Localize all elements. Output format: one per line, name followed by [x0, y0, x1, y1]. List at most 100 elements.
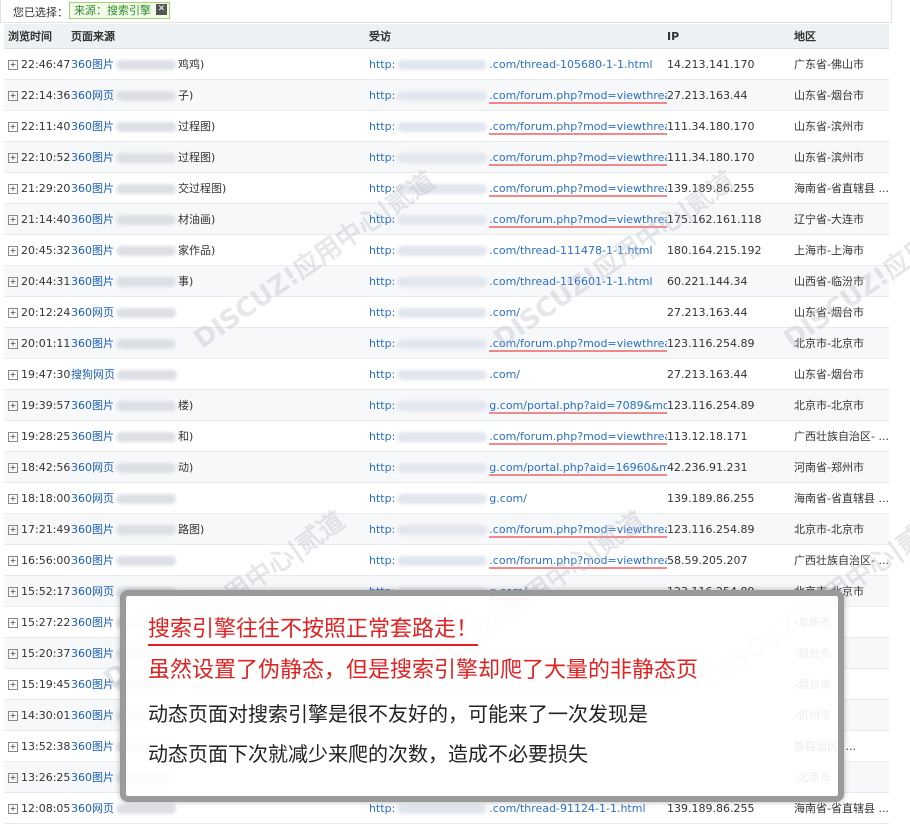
source-link[interactable]: 360图片 — [71, 554, 114, 567]
source-title-tail: 材油画) — [178, 213, 216, 226]
source-link[interactable]: 360网页 — [71, 585, 114, 598]
source-link[interactable]: 360网页 — [71, 461, 114, 474]
blurred-text — [116, 60, 176, 70]
visited-url-link[interactable]: http: .com/thread-105680-1-1.html — [369, 58, 653, 71]
source-link[interactable]: 搜狗网页 — [71, 368, 115, 381]
source-link[interactable]: 360图片 — [71, 709, 114, 722]
plus-square-icon[interactable]: + — [8, 772, 18, 783]
source-link[interactable]: 360图片 — [71, 523, 114, 536]
visited-url-link[interactable]: http: .com/forum.php?mod=viewthread&tid — [369, 336, 667, 352]
plus-square-icon[interactable]: + — [8, 369, 18, 380]
plus-square-icon[interactable]: + — [8, 493, 18, 504]
source-link[interactable]: 360图片 — [71, 740, 114, 753]
visited-url-link[interactable]: http: g.com/portal.php?aid=16960&mod=vi — [369, 460, 667, 476]
plus-square-icon[interactable]: + — [8, 524, 18, 535]
plus-square-icon[interactable]: + — [8, 245, 18, 256]
source-link[interactable]: 360图片 — [71, 771, 114, 784]
visited-url-link[interactable]: http: .com/forum.php?mod=viewthread&tid — [369, 429, 667, 445]
visited-url-link[interactable]: http: g.com/ — [369, 492, 527, 505]
visited-url-link[interactable]: http: .com/forum.php?mod=viewthread&tid — [369, 181, 667, 197]
plus-square-icon[interactable]: + — [8, 90, 18, 101]
source-link[interactable]: 360图片 — [71, 647, 114, 660]
col-header-ip[interactable]: IP — [667, 24, 794, 49]
visited-url-link[interactable]: http: .com/thread-111478-1-1.html — [369, 244, 653, 257]
source-link[interactable]: 360网页 — [71, 89, 114, 102]
visit-time: 21:29:20 — [21, 181, 71, 195]
plus-square-icon[interactable]: + — [8, 462, 18, 473]
source-link[interactable]: 360图片 — [71, 337, 114, 350]
source-link[interactable]: 360图片 — [71, 58, 114, 71]
plus-square-icon[interactable]: + — [8, 555, 18, 566]
col-header-source[interactable]: 页面来源 — [71, 24, 369, 49]
table-row: +19:28:25 360图片 和) http: .com/forum.php?mod=… — [4, 420, 889, 452]
blurred-domain — [397, 400, 488, 411]
visited-url-link[interactable]: http: .com/forum.php?mod=viewthread&tid — [369, 88, 667, 104]
table-row: +22:11:40 360图片 过程图) http: .com/forum.php?mo… — [4, 110, 889, 142]
cell-region: 海南省-省直辖县 ... — [794, 482, 889, 514]
source-link[interactable]: 360图片 — [71, 275, 114, 288]
close-icon[interactable]: ✕ — [156, 4, 167, 15]
cell-ip: 60.221.144.34 — [667, 265, 794, 297]
filter-tag-source[interactable]: 来源：搜索引擎 ✕ — [69, 2, 170, 19]
plus-square-icon[interactable]: + — [8, 431, 18, 442]
plus-square-icon[interactable]: + — [8, 803, 18, 814]
plus-square-icon[interactable]: + — [8, 276, 18, 287]
url-path: g.com/portal.php?aid=7089&mod=vie — [489, 398, 667, 414]
plus-square-icon[interactable]: + — [8, 183, 18, 194]
visited-url-link[interactable]: http: g.com/portal.php?aid=7089&mod=vie — [369, 398, 667, 414]
col-header-region[interactable]: 地区 — [794, 24, 889, 49]
cell-region: 北京市-北京市 — [794, 327, 889, 359]
plus-square-icon[interactable]: + — [8, 741, 18, 752]
url-scheme: http: — [369, 181, 396, 195]
source-link[interactable]: 360网页 — [71, 492, 114, 505]
cell-time: +13:26:25 — [4, 761, 71, 793]
visited-url-link[interactable]: http: .com/forum.php?mod=viewthread&tid — [369, 150, 667, 166]
visited-url-link[interactable]: http: .com/forum.php?mod=viewthread&tid — [369, 212, 667, 228]
plus-square-icon[interactable]: + — [8, 152, 18, 163]
source-link[interactable]: 360图片 — [71, 244, 114, 257]
source-link[interactable]: 360网页 — [71, 306, 114, 319]
plus-square-icon[interactable]: + — [8, 400, 18, 411]
visited-url-link[interactable]: http: .com/ — [369, 306, 520, 319]
cell-visited: http: .com/forum.php?mod=viewthread&tid — [369, 172, 667, 204]
source-link[interactable]: 360图片 — [71, 120, 114, 133]
visited-url-link[interactable]: http: .com/forum.php?mod=viewthread&tid — [369, 522, 667, 538]
visited-url-link[interactable]: http: .com/ — [369, 368, 520, 381]
source-link[interactable]: 360图片 — [71, 430, 114, 443]
source-title-tail: 路图) — [178, 523, 205, 536]
visited-url-link[interactable]: http: .com/forum.php?mod=viewthread&tid — [369, 119, 667, 135]
callout-line-3: 动态页面对搜索引擎是很不友好的，可能来了一次发现是 — [148, 702, 648, 726]
source-link[interactable]: 360图片 — [71, 182, 114, 195]
col-header-visited[interactable]: 受访 — [369, 24, 667, 49]
plus-square-icon[interactable]: + — [8, 59, 18, 70]
plus-square-icon[interactable]: + — [8, 679, 18, 690]
source-link[interactable]: 360图片 — [71, 213, 114, 226]
plus-square-icon[interactable]: + — [8, 710, 18, 721]
visited-url-link[interactable]: http: .com/thread-116601-1-1.html — [369, 275, 653, 288]
plus-square-icon[interactable]: + — [8, 121, 18, 132]
plus-square-icon[interactable]: + — [8, 586, 18, 597]
source-link[interactable]: 360网页 — [71, 802, 114, 815]
source-link[interactable]: 360图片 — [71, 678, 114, 691]
plus-square-icon[interactable]: + — [8, 307, 18, 318]
plus-square-icon[interactable]: + — [8, 617, 18, 628]
visit-time: 20:45:32 — [21, 243, 71, 257]
col-header-time[interactable]: 浏览时间 — [4, 24, 71, 49]
source-link[interactable]: 360图片 — [71, 399, 114, 412]
visit-time: 19:28:25 — [21, 429, 71, 443]
annotation-callout: 搜索引擎往往不按照正常套路走！ 虽然设置了伪静态，但是搜索引擎却爬了大量的非静态… — [120, 590, 844, 802]
cell-ip: 139.189.86.255 — [667, 172, 794, 204]
source-link[interactable]: 360图片 — [71, 151, 114, 164]
visited-url-link[interactable]: http: .com/forum.php?mod=viewthread&tid — [369, 553, 667, 569]
source-link[interactable]: 360图片 — [71, 616, 114, 629]
visit-time: 21:14:40 — [21, 212, 71, 226]
callout-line-4: 动态页面下次就减少来爬的次数，造成不必要损失 — [148, 742, 588, 766]
plus-square-icon[interactable]: + — [8, 214, 18, 225]
table-row: +20:44:31 360图片 事) http: .com/thread-116601-… — [4, 265, 889, 297]
cell-region: 河南省-郑州市 — [794, 451, 889, 483]
plus-square-icon[interactable]: + — [8, 648, 18, 659]
blurred-domain — [397, 59, 488, 70]
plus-square-icon[interactable]: + — [8, 338, 18, 349]
cell-source: 360图片 鸡鸡) — [71, 48, 369, 80]
cell-ip: 113.12.18.171 — [667, 420, 794, 452]
